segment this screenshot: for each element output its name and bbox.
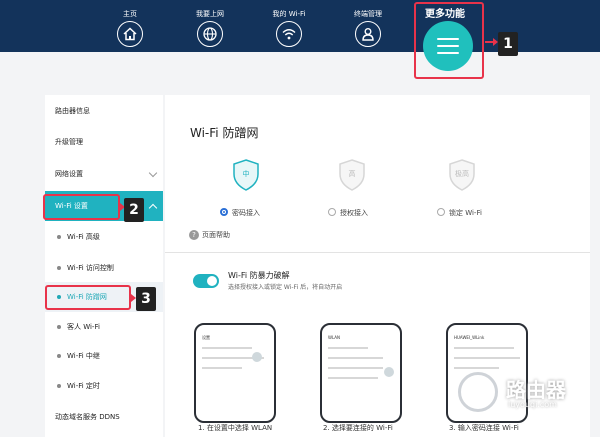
phone-screen-title: 设置 <box>202 335 210 340</box>
home-icon <box>117 21 143 47</box>
step-caption: 2. 选择要连接的 Wi-Fi <box>323 424 393 432</box>
sidebar-item-label: 网络设置 <box>55 170 83 178</box>
level-label: 中 <box>242 170 250 178</box>
sidebar-item-label: Wi-Fi 中继 <box>67 352 100 360</box>
sidebar-item-label: Wi-Fi 访问控制 <box>67 264 114 272</box>
phone-screen-title: HUAWEI_WLink <box>454 335 485 340</box>
phone-line <box>202 347 252 349</box>
phone-line <box>328 357 383 359</box>
help-icon: ? <box>189 230 199 240</box>
phone-line <box>328 367 383 369</box>
sidebar-item-label: 升级管理 <box>55 138 83 146</box>
tap-indicator-icon <box>252 352 262 362</box>
highlight-box-more <box>414 2 484 79</box>
sidebar-item-label: Wi-Fi 高级 <box>67 233 100 241</box>
bullet-icon <box>57 266 61 270</box>
sidebar-item-label: 路由器信息 <box>55 107 90 115</box>
level-label: 极高 <box>455 170 469 178</box>
brute-force-toggle[interactable] <box>193 274 219 288</box>
globe-icon <box>197 21 223 47</box>
nav-home[interactable]: 主页 <box>100 9 160 47</box>
nav-my-wifi[interactable]: 我的 Wi-Fi <box>259 9 319 47</box>
phone-line <box>202 367 242 369</box>
help-label: 页面帮助 <box>202 231 230 239</box>
radio-selected[interactable] <box>220 208 228 216</box>
phone-line <box>454 357 520 359</box>
sidebar: 路由器信息 升级管理 网络设置 Wi-Fi 设置 Wi-Fi 高级 Wi-Fi … <box>45 95 163 437</box>
option-label: 锁定 Wi-Fi <box>449 209 482 217</box>
sidebar-item-label: 客人 Wi-Fi <box>67 323 100 331</box>
annotation-arrow <box>120 203 125 211</box>
nav-devices-label: 终端管理 <box>354 10 382 18</box>
chevron-down-icon <box>148 168 158 178</box>
nav-internet-label: 我要上网 <box>196 10 224 18</box>
shield-icon-high: 高 <box>338 159 366 191</box>
chevron-up-icon <box>148 203 158 213</box>
phone-line <box>454 367 499 369</box>
page-title: Wi-Fi 防蹭网 <box>190 126 259 140</box>
option-authorized-access[interactable]: 授权接入 <box>328 208 368 218</box>
watermark-text: 路由器 <box>506 378 566 402</box>
option-label: 密码接入 <box>232 209 260 217</box>
step-caption: 1. 在设置中选择 WLAN <box>198 424 273 432</box>
bullet-icon <box>57 354 61 358</box>
level-label: 高 <box>348 170 356 178</box>
step-badge-1: 1 <box>498 32 518 56</box>
radio-unselected[interactable] <box>328 208 336 216</box>
highlight-box-anti-leech <box>45 285 131 310</box>
nav-my-wifi-label: 我的 Wi-Fi <box>272 10 306 18</box>
bullet-icon <box>57 384 61 388</box>
sidebar-item-network[interactable]: 网络设置 <box>45 159 163 189</box>
nav-internet[interactable]: 我要上网 <box>180 9 240 47</box>
sidebar-item-wifi-timer[interactable]: Wi-Fi 定时 <box>45 371 163 401</box>
annotation-arrow <box>131 294 136 302</box>
user-icon <box>355 21 381 47</box>
annotation-arrow <box>485 38 498 46</box>
shield-icon-medium: 中 <box>232 159 260 191</box>
sidebar-item-upgrade[interactable]: 升级管理 <box>45 127 163 157</box>
step-badge-2: 2 <box>124 198 144 222</box>
brute-force-title: Wi-Fi 防暴力破解 <box>228 271 290 280</box>
sidebar-item-label: Wi-Fi 定时 <box>67 382 100 390</box>
nav-home-label: 主页 <box>123 10 137 18</box>
option-lock-wifi[interactable]: 锁定 Wi-Fi <box>437 208 482 218</box>
divider <box>165 252 590 253</box>
option-password-access[interactable]: 密码接入 <box>220 208 260 218</box>
sidebar-item-label: 动态域名服务 DDNS <box>55 413 120 421</box>
option-label: 授权接入 <box>340 209 368 217</box>
watermark-subtext: luyouqi.com <box>508 400 557 409</box>
step-badge-3: 3 <box>136 287 156 311</box>
sidebar-item-guest-wifi[interactable]: 客人 Wi-Fi <box>45 312 163 342</box>
radio-unselected[interactable] <box>437 208 445 216</box>
nav-devices[interactable]: 终端管理 <box>338 9 398 47</box>
phone-line <box>454 347 514 349</box>
bullet-icon <box>57 325 61 329</box>
brute-force-description: 选择授权接入或锁定 Wi-Fi 后，将自动开启 <box>228 284 343 291</box>
sidebar-item-router-info[interactable]: 路由器信息 <box>45 96 163 126</box>
step-caption: 3. 输入密码连接 Wi-Fi <box>449 424 519 432</box>
phone-screen-title: WLAN <box>328 335 341 340</box>
watermark-logo-icon <box>458 372 498 412</box>
highlight-box-wifi-settings <box>43 194 120 220</box>
tap-indicator-icon <box>384 367 394 377</box>
sidebar-item-wifi-advanced[interactable]: Wi-Fi 高级 <box>45 222 163 252</box>
page-help-link[interactable]: ? 页面帮助 <box>189 230 230 240</box>
sidebar-item-wifi-relay[interactable]: Wi-Fi 中继 <box>45 341 163 371</box>
sidebar-item-ddns[interactable]: 动态域名服务 DDNS <box>45 402 163 432</box>
phone-mockup-step2: WLAN <box>320 323 402 423</box>
wifi-icon <box>276 21 302 47</box>
bullet-icon <box>57 235 61 239</box>
shield-icon-very-high: 极高 <box>448 159 476 191</box>
phone-line <box>328 377 378 379</box>
sidebar-item-wifi-access-control[interactable]: Wi-Fi 访问控制 <box>45 253 163 283</box>
phone-mockup-step1: 设置 <box>194 323 276 423</box>
phone-line <box>328 347 368 349</box>
